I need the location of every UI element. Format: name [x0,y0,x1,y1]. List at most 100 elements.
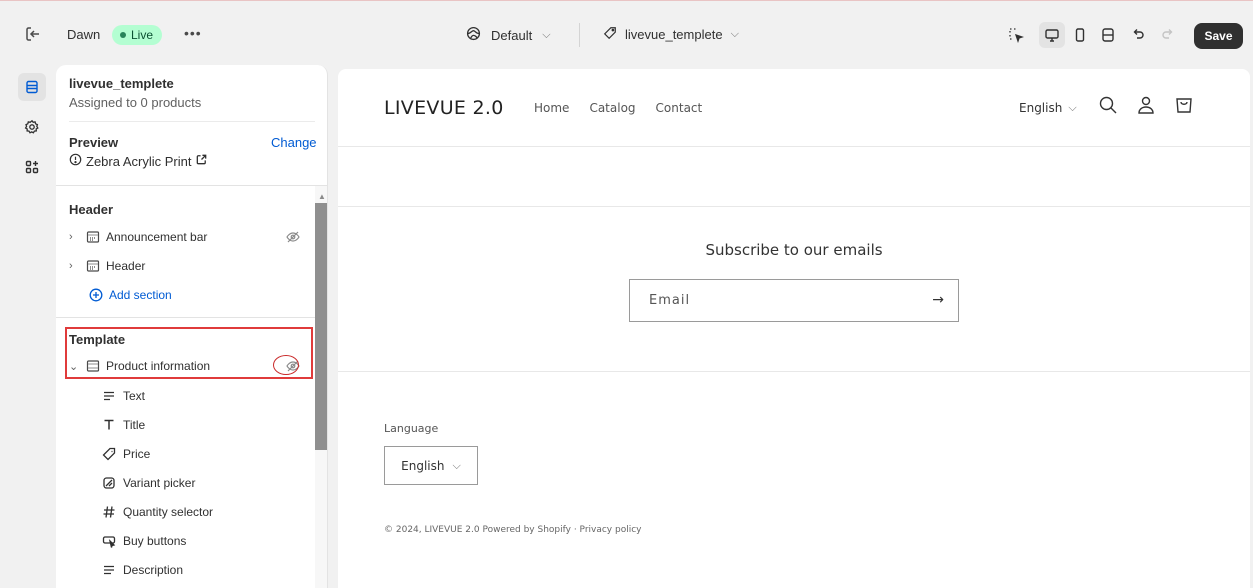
exit-icon[interactable] [24,25,42,43]
change-preview-link[interactable]: Change [271,135,317,150]
add-section-label: Add section [109,288,172,302]
email-placeholder: Email [649,293,691,308]
chevron-down-icon: ⌵ [730,28,739,40]
annotation-highlight-circle [273,355,299,375]
text-icon [101,388,117,404]
block-row-title[interactable]: Title [101,411,145,439]
desktop-icon[interactable] [1039,22,1065,48]
variant-icon [101,475,117,491]
storefront-preview: LIVEVUE 2.0 Home Catalog Contact English… [338,69,1250,588]
chevron-right-icon[interactable]: › [69,260,83,272]
section-layout-icon [85,229,101,245]
block-row-price[interactable]: Price [101,440,150,468]
store-logo[interactable]: LIVEVUE 2.0 [384,97,504,119]
section-label: Header [106,259,146,273]
panel-divider [69,121,315,122]
section-label: Announcement bar [106,230,208,244]
live-badge: Live [112,25,163,45]
section-row-header[interactable]: › Header [69,252,309,280]
apps-icon[interactable] [18,153,46,181]
chevron-right-icon[interactable]: › [69,231,83,243]
newsletter-heading: Subscribe to our emails [705,241,883,259]
external-link-icon[interactable] [195,153,208,169]
preview-label: Preview [69,135,119,150]
hidden-eye-icon[interactable] [285,229,301,245]
editor-topbar: Dawn Live ••• Default ⌵ livevue_templete… [0,1,1253,65]
inspector-icon[interactable] [1003,22,1029,48]
footer-divider [338,371,1250,372]
panel-scrollbar-thumb[interactable] [315,203,327,450]
nav-rail [0,65,58,588]
template-label: livevue_templete [625,27,723,42]
block-row-description[interactable]: Description [101,556,183,584]
account-icon[interactable] [1136,95,1156,119]
block-label: Buy buttons [123,534,187,548]
block-label: Quantity selector [123,505,214,519]
section-layout-icon [85,258,101,274]
more-actions-button[interactable]: ••• [184,25,202,41]
block-row-quantity-selector[interactable]: Quantity selector [101,498,213,526]
market-selector[interactable]: Default ⌵ [466,26,551,44]
cart-icon[interactable] [1174,95,1194,119]
topbar-separator [579,23,580,47]
search-icon[interactable] [1098,95,1118,119]
block-row-buy-buttons[interactable]: Buy buttons [101,527,186,555]
add-section-button[interactable]: Add section [86,281,326,309]
undo-icon[interactable] [1125,22,1151,48]
sections-icon[interactable] [18,73,46,101]
block-label: Description [123,563,184,577]
header-icons [1098,95,1194,119]
block-row-text[interactable]: Text [101,382,145,410]
preview-product-name: Zebra Acrylic Print [86,153,192,169]
block-label: Text [123,389,146,403]
device-toggle-group [1039,22,1121,48]
sections-panel: livevue_templete Assigned to 0 products … [56,65,328,588]
footer-copyright: © 2024, LIVEVUE 2.0 Powered by Shopify ·… [384,525,642,535]
mobile-icon[interactable] [1067,22,1093,48]
block-label: Price [123,447,151,461]
scroll-up-arrow-icon[interactable]: ▲ [318,192,326,201]
sections-list: Header › Announcement bar › Header Add s… [56,186,327,588]
footer-language-value: English [401,458,445,473]
full-width-icon[interactable] [1095,22,1121,48]
arrow-right-icon[interactable]: → [932,292,944,308]
block-row-variant-picker[interactable]: Variant picker [101,469,195,497]
nav-link-catalog[interactable]: Catalog [589,101,635,115]
template-selector[interactable]: livevue_templete ⌵ [603,26,739,43]
settings-gear-icon[interactable] [18,113,46,141]
store-nav: Home Catalog Contact [534,101,702,115]
default-label: Default [491,27,533,43]
panel-subtitle: Assigned to 0 products [69,95,202,110]
tag-icon [603,26,617,43]
chevron-down-icon: ⌵ [1068,101,1077,114]
nav-link-home[interactable]: Home [534,101,569,115]
header-language-selector[interactable]: English ⌵ [1019,101,1077,115]
theme-name[interactable]: Dawn [67,27,100,42]
footer-language-label: Language [384,422,439,435]
title-icon [101,417,117,433]
live-dot-icon [120,32,126,38]
save-button[interactable]: Save [1194,23,1243,49]
nav-link-contact[interactable]: Contact [656,101,703,115]
hash-icon [101,504,117,520]
group-divider [56,317,315,318]
section-row-announcement-bar[interactable]: › Announcement bar [69,223,309,251]
price-tag-icon [101,446,117,462]
panel-title: livevue_templete [69,76,174,91]
plus-circle-icon [88,287,104,303]
live-label: Live [131,28,154,42]
newsletter-email-input[interactable]: Email → [629,279,959,322]
chevron-down-icon: ⌵ [452,458,461,472]
header-group-label: Header [69,202,114,217]
footer-language-select[interactable]: English ⌵ [384,446,478,485]
buy-button-icon [101,533,117,549]
header-divider [338,146,1250,147]
preview-product[interactable]: Zebra Acrylic Print [69,153,208,169]
section-divider [338,206,1250,207]
chevron-down-icon: ⌵ [542,28,551,41]
header-language-label: English [1019,101,1063,115]
info-icon [69,153,82,169]
globe-icon [466,26,481,44]
redo-icon[interactable] [1155,22,1181,48]
description-icon [101,562,117,578]
